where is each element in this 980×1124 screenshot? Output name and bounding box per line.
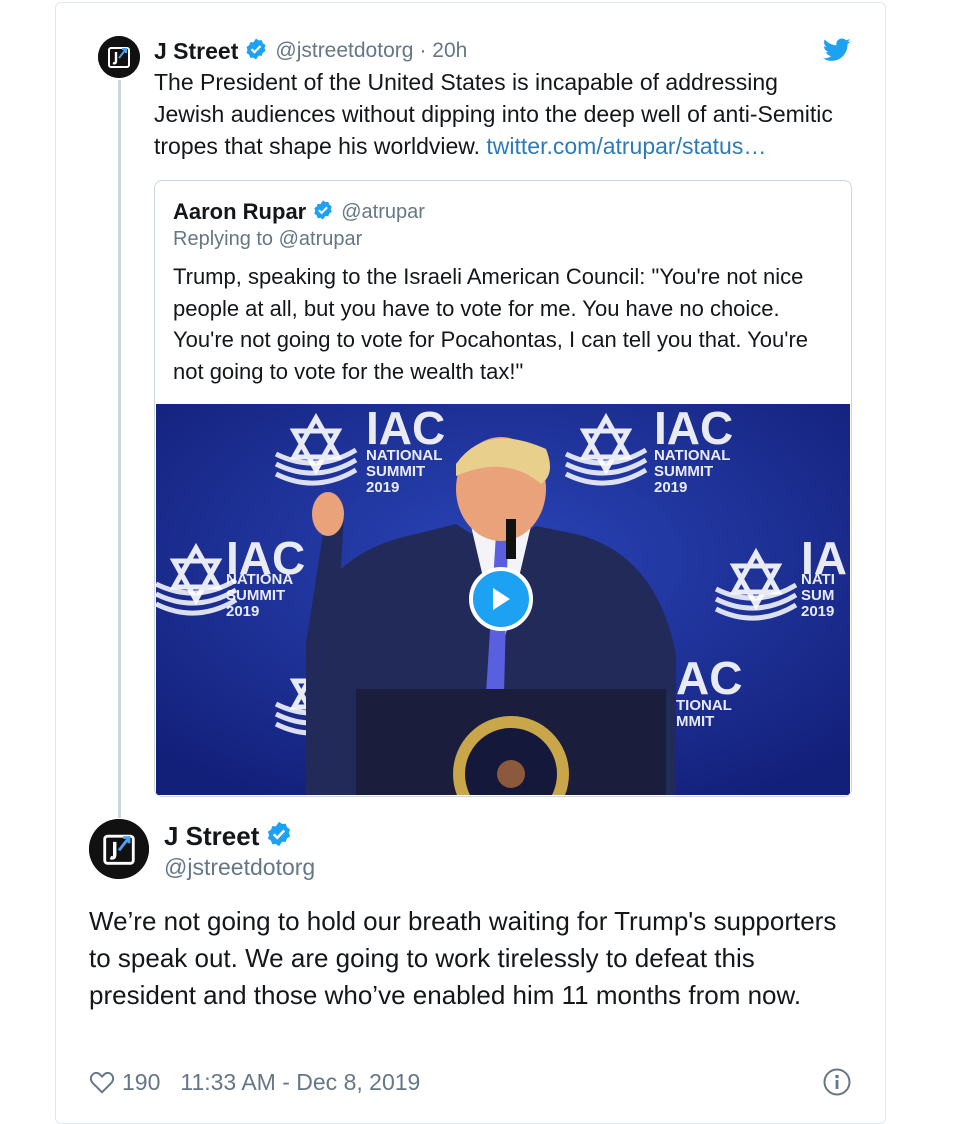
main-tweet-avatar[interactable] — [89, 819, 149, 879]
svg-text:NATIONA: NATIONA — [226, 571, 293, 588]
main-author-name-row: J Street — [164, 820, 315, 852]
svg-text:SUMMIT: SUMMIT — [654, 463, 713, 480]
play-button[interactable] — [469, 567, 533, 631]
svg-text:SUMMIT: SUMMIT — [366, 463, 425, 480]
jstreet-logo-icon — [89, 819, 149, 879]
svg-text:NATIONAL: NATIONAL — [366, 447, 442, 464]
verified-badge-icon — [312, 199, 334, 226]
svg-text:NATIONAL: NATIONAL — [654, 447, 730, 464]
parent-author-handle[interactable]: @jstreetdotorg — [275, 39, 413, 63]
verified-badge-icon — [265, 820, 293, 853]
svg-text:TIONAL: TIONAL — [676, 697, 732, 714]
replying-to-label: Replying to @atrupar — [173, 228, 363, 250]
like-button[interactable]: 190 — [89, 1069, 160, 1096]
svg-text:MMIT: MMIT — [676, 713, 714, 730]
quoted-author-name[interactable]: Aaron Rupar — [173, 199, 306, 225]
tweet-timestamp[interactable]: 11:33 AM - Dec 8, 2019 — [180, 1069, 420, 1096]
svg-text:2019: 2019 — [654, 479, 687, 496]
main-author-handle[interactable]: @jstreetdotorg — [164, 854, 315, 881]
svg-text:2019: 2019 — [226, 603, 259, 620]
like-count: 190 — [122, 1068, 161, 1095]
tweet-footer: 190 11:33 AM - Dec 8, 2019 — [89, 1066, 851, 1098]
quoted-tweet-text: Trump, speaking to the Israeli American … — [173, 264, 809, 384]
quoted-tweet-card[interactable]: Aaron Rupar @atrupar Replying to @atrupa… — [154, 180, 852, 797]
svg-text:NATI: NATI — [801, 571, 835, 588]
parent-tweet-avatar[interactable] — [98, 36, 140, 78]
video-thumbnail[interactable]: IAC NATIONAL SUMMIT 2019 IAC NATIONAL SU… — [156, 404, 850, 795]
quoted-tweet-link[interactable]: twitter.com/atrupar/status… — [486, 133, 766, 159]
verified-badge-icon — [244, 37, 268, 66]
twitter-bird-icon[interactable] — [822, 38, 851, 67]
parent-tweet-text: The President of the United States is in… — [154, 66, 854, 162]
parent-author-name[interactable]: J Street — [154, 38, 238, 65]
main-tweet-text: We’re not going to hold our breath waiti… — [89, 906, 837, 1010]
quoted-tweet-header: Aaron Rupar @atrupar — [173, 197, 425, 227]
info-circle-icon[interactable] — [823, 1068, 851, 1102]
main-author-name[interactable]: J Street — [164, 821, 259, 852]
svg-text:SUM: SUM — [801, 587, 834, 604]
thread-connector-line — [118, 80, 121, 818]
main-tweet-header: J Street @jstreetdotorg — [164, 820, 315, 881]
jstreet-logo-icon — [98, 36, 140, 78]
svg-text:2019: 2019 — [801, 603, 834, 620]
play-icon — [493, 588, 510, 610]
heart-outline-icon — [89, 1071, 115, 1094]
parent-time-ago[interactable]: · 20h — [419, 39, 467, 63]
svg-text:SUMMIT: SUMMIT — [226, 587, 285, 604]
parent-tweet-header: J Street @jstreetdotorg · 20h — [154, 36, 467, 66]
svg-text:2019: 2019 — [366, 479, 399, 496]
quoted-author-handle[interactable]: @atrupar — [341, 201, 425, 224]
